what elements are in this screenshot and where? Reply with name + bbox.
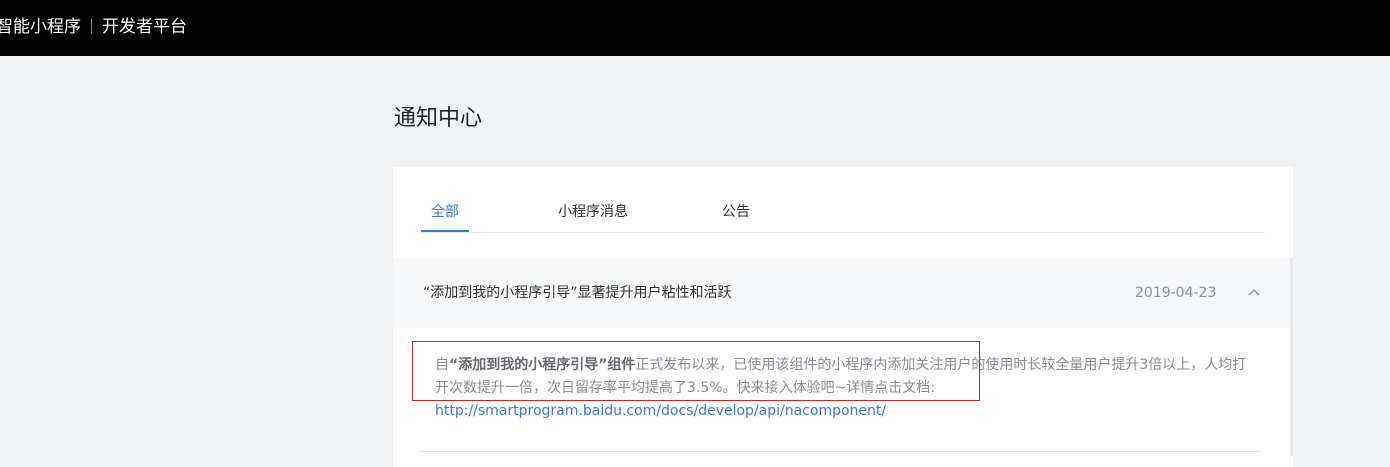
body-prefix: 自 [435,357,449,373]
notice-body: 自“添加到我的小程序引导”组件正式发布以来，已使用该组件的小程序内添加关注用户的… [435,354,1255,423]
brand-name: 智能小程序 [0,17,81,37]
tab-announcements[interactable]: 公告 [722,200,750,230]
tab-bar: 全部 小程序消息 公告 [421,200,1265,233]
divider [421,451,1261,452]
body-bold-component: “添加到我的小程序引导”组件 [449,357,636,373]
notice-body-line-1: 自“添加到我的小程序引导”组件正式发布以来，已使用该组件的小程序内添加关注用户的… [435,354,1255,377]
doc-link[interactable]: http://smartprogram.baidu.com/docs/devel… [435,403,886,419]
chevron-up-icon[interactable] [1246,284,1262,300]
notice-body-line-2: 开次数提升一倍，次日留存率平均提高了3.5%。快来接入体验吧~详情点击文档: [435,380,936,396]
tab-miniprogram-messages[interactable]: 小程序消息 [558,200,628,230]
page-title: 通知中心 [394,106,483,131]
notice-item-header[interactable]: “添加到我的小程序引导”显著提升用户粘性和活跃 2019-04-23 [393,258,1290,328]
tab-all[interactable]: 全部 [421,200,469,232]
notice-title[interactable]: “添加到我的小程序引导”显著提升用户粘性和活跃 [423,282,732,304]
top-bar: 智能小程序 开发者平台 [0,0,1390,56]
brand-separator [91,19,92,34]
brand-subtitle: 开发者平台 [102,17,187,37]
scrollbar[interactable] [1290,258,1293,456]
brand[interactable]: 智能小程序 开发者平台 [0,16,187,38]
notice-date: 2019-04-23 [1135,285,1217,301]
body-text-1: 正式发布以来，已使用该组件的小程序内添加关注用户的使用时长较全量用户提升3倍以上… [635,357,1247,373]
